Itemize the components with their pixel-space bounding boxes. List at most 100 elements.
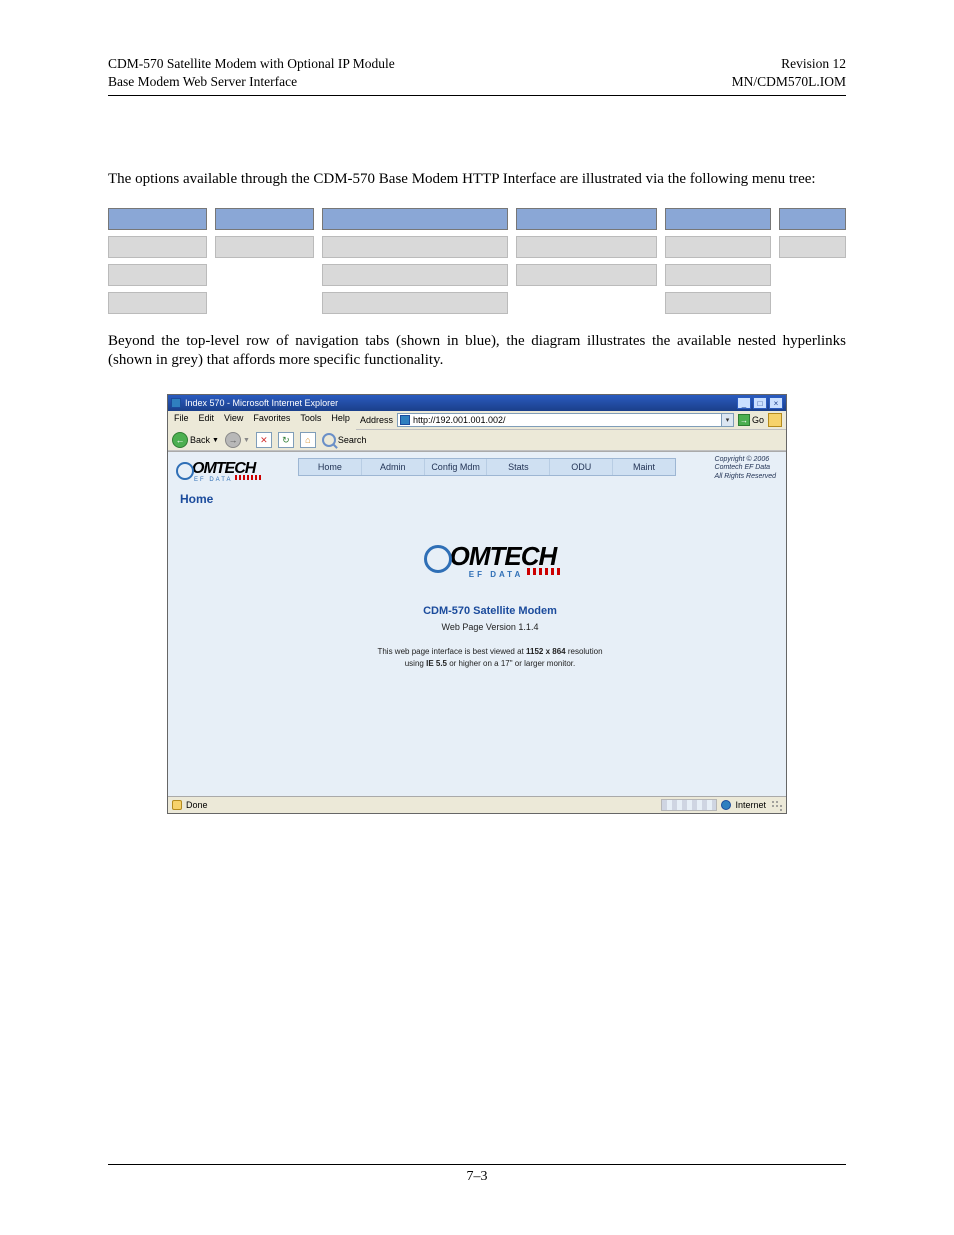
menu-tree-grey-cell bbox=[322, 292, 508, 314]
back-arrow-icon: ← bbox=[172, 432, 188, 448]
nav-odu[interactable]: ODU bbox=[550, 459, 613, 475]
app-header: OMTECH EF DATA Home Admin Config Mdm Sta… bbox=[168, 452, 786, 486]
search-icon bbox=[322, 433, 336, 447]
menu-help[interactable]: Help bbox=[331, 413, 350, 428]
go-label: Go bbox=[752, 415, 764, 425]
go-button[interactable]: → Go bbox=[738, 414, 764, 426]
internet-zone-icon bbox=[721, 800, 731, 810]
back-label: Back bbox=[190, 435, 210, 445]
menu-tree-grey-cell bbox=[108, 264, 207, 286]
go-arrow-icon: → bbox=[738, 414, 750, 426]
menu-tree-grey-cell bbox=[516, 264, 657, 286]
back-button[interactable]: ← Back ▼ bbox=[172, 432, 219, 448]
nav-config-mdm[interactable]: Config Mdm bbox=[425, 459, 488, 475]
menu-tree-grey-cell bbox=[215, 236, 314, 258]
ie-menubar: File Edit View Favorites Tools Help bbox=[168, 411, 356, 430]
comtech-logo-large: OMTECH EF DATA bbox=[300, 541, 680, 579]
nav-stats[interactable]: Stats bbox=[487, 459, 550, 475]
resize-grip-icon[interactable] bbox=[770, 799, 782, 811]
ie-titlebar: Index 570 - Microsoft Internet Explorer … bbox=[168, 395, 786, 411]
stop-button[interactable]: ✕ bbox=[256, 432, 272, 448]
logo-text: OMTECH bbox=[176, 460, 255, 477]
minimize-button[interactable]: _ bbox=[737, 397, 751, 409]
menu-tree-blue-cell bbox=[516, 208, 657, 230]
resolution-note: This web page interface is best viewed a… bbox=[300, 646, 680, 670]
ie-toolbar: ← Back ▼ → ▼ ✕ ↻ ⌂ Search bbox=[168, 430, 786, 451]
menu-tree-grey-cell bbox=[665, 292, 772, 314]
status-left-text: Done bbox=[186, 800, 208, 810]
nav-admin[interactable]: Admin bbox=[362, 459, 425, 475]
address-value: http://192.001.001.002/ bbox=[413, 415, 718, 425]
menu-tree-grey-cell bbox=[322, 236, 508, 258]
home-button[interactable]: ⌂ bbox=[300, 432, 316, 448]
refresh-button[interactable]: ↻ bbox=[278, 432, 294, 448]
menu-tree-empty-cell bbox=[215, 292, 314, 314]
menu-tree-grey-cell bbox=[665, 264, 772, 286]
intro-paragraph-1: The options available through the CDM-57… bbox=[108, 170, 846, 189]
nav-home[interactable]: Home bbox=[299, 459, 362, 475]
page-footer: 7–3 bbox=[108, 1164, 846, 1185]
app-nav: Home Admin Config Mdm Stats ODU Maint bbox=[298, 458, 676, 476]
menu-favorites[interactable]: Favorites bbox=[253, 413, 290, 428]
address-dropdown-icon[interactable]: ▾ bbox=[721, 414, 733, 426]
menu-tree-grey-cell bbox=[322, 264, 508, 286]
modem-name: CDM-570 Satellite Modem bbox=[300, 605, 680, 617]
menu-tree-empty-cell bbox=[215, 264, 314, 286]
menu-tree-grey-cell bbox=[516, 236, 657, 258]
menu-tree-grey-cell bbox=[779, 236, 846, 258]
home-center-area: OMTECH EF DATA CDM-570 Satellite Modem W… bbox=[300, 541, 680, 670]
search-label: Search bbox=[338, 435, 367, 445]
menu-tree-empty-cell bbox=[779, 292, 846, 314]
ie-icon bbox=[171, 398, 181, 408]
forward-button[interactable]: → ▼ bbox=[225, 432, 250, 448]
address-label: Address bbox=[360, 415, 393, 425]
menu-tree-blue-cell bbox=[665, 208, 772, 230]
menu-tree-grey-cell bbox=[108, 292, 207, 314]
page-icon bbox=[400, 415, 410, 425]
forward-arrow-icon: → bbox=[225, 432, 241, 448]
menu-tree-diagram bbox=[108, 208, 846, 314]
page-header: CDM-570 Satellite Modem with Optional IP… bbox=[108, 55, 846, 96]
menu-tree-grey-cell bbox=[108, 236, 207, 258]
page-number: 7–3 bbox=[467, 1169, 488, 1184]
header-right-line2: MN/CDM570L.IOM bbox=[732, 73, 846, 91]
status-progress-icon bbox=[661, 799, 717, 811]
header-left-line2: Base Modem Web Server Interface bbox=[108, 73, 395, 91]
header-right-line1: Revision 12 bbox=[732, 55, 846, 73]
header-left: CDM-570 Satellite Modem with Optional IP… bbox=[108, 55, 395, 91]
menu-file[interactable]: File bbox=[174, 413, 189, 428]
section-title: Home bbox=[180, 492, 774, 506]
copyright-line3: All Rights Reserved bbox=[715, 473, 776, 481]
menu-view[interactable]: View bbox=[224, 413, 243, 428]
menu-tree-grey-cell bbox=[665, 236, 772, 258]
menu-tools[interactable]: Tools bbox=[300, 413, 321, 428]
header-left-line1: CDM-570 Satellite Modem with Optional IP… bbox=[108, 55, 395, 73]
close-button[interactable]: × bbox=[769, 397, 783, 409]
ie-content-area: OMTECH EF DATA Home Admin Config Mdm Sta… bbox=[168, 451, 786, 796]
forward-dropdown-icon[interactable]: ▼ bbox=[243, 437, 250, 444]
copyright-line2: Comtech EF Data bbox=[715, 464, 776, 472]
ie-window: Index 570 - Microsoft Internet Explorer … bbox=[167, 394, 787, 814]
menu-tree-blue-cell bbox=[108, 208, 207, 230]
nav-maint[interactable]: Maint bbox=[613, 459, 675, 475]
menu-tree-blue-cell bbox=[779, 208, 846, 230]
links-button[interactable] bbox=[768, 413, 782, 427]
address-input[interactable]: http://192.001.001.002/ ▾ bbox=[397, 413, 734, 427]
logo-text-large: OMTECH bbox=[424, 541, 557, 572]
copyright-line1: Copyright © 2006 bbox=[715, 456, 776, 464]
header-right: Revision 12 MN/CDM570L.IOM bbox=[732, 55, 846, 91]
comtech-logo-small: OMTECH EF DATA bbox=[176, 460, 261, 483]
menu-tree-blue-cell bbox=[215, 208, 314, 230]
intro-paragraph-2: Beyond the top-level row of navigation t… bbox=[108, 332, 846, 370]
ie-status-bar: Done Internet bbox=[168, 796, 786, 813]
back-dropdown-icon[interactable]: ▼ bbox=[212, 437, 219, 444]
menu-tree-blue-cell bbox=[322, 208, 508, 230]
app-body: Home OMTECH EF DATA CDM-570 Satellite Mo… bbox=[168, 486, 786, 796]
search-button[interactable]: Search bbox=[322, 433, 367, 447]
ie-window-title: Index 570 - Microsoft Internet Explorer bbox=[185, 398, 338, 408]
menu-tree-empty-cell bbox=[779, 264, 846, 286]
status-zone-text: Internet bbox=[735, 800, 766, 810]
copyright-notice: Copyright © 2006 Comtech EF Data All Rig… bbox=[715, 456, 776, 481]
menu-edit[interactable]: Edit bbox=[199, 413, 215, 428]
maximize-button[interactable]: □ bbox=[753, 397, 767, 409]
